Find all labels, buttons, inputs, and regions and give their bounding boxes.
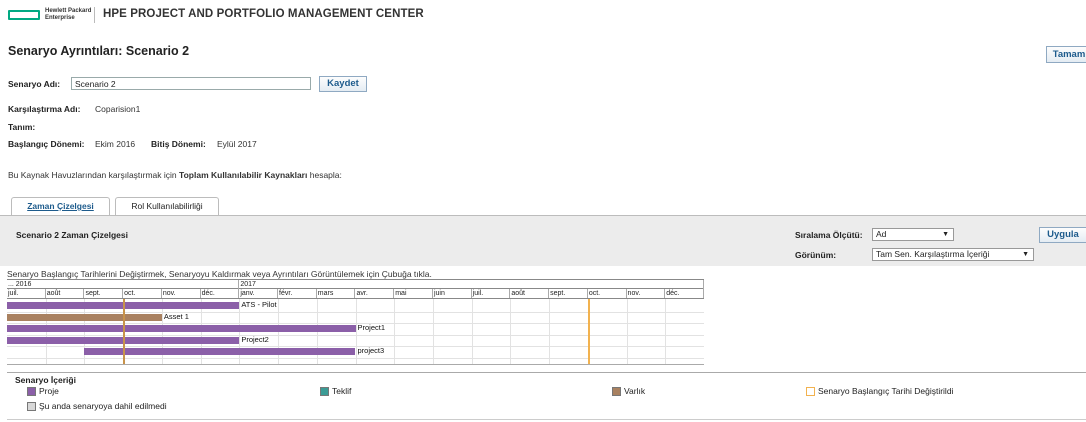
gantt-month-cell: nov. [162, 289, 201, 298]
chevron-down-icon: ▼ [942, 231, 949, 238]
gantt-month-cell: mai [394, 289, 433, 298]
calc-sentence-prefix: Bu Kaynak Havuzlarından karşılaştırmak i… [8, 170, 177, 180]
gantt-month-cell: août [46, 289, 85, 298]
save-button[interactable]: Kaydet [319, 76, 367, 92]
gantt-gridline [626, 299, 628, 364]
gantt-bar-label: project3 [357, 346, 385, 355]
gantt-month-cell: févr. [278, 289, 317, 298]
gantt-year-row: ... 2016 2017 [7, 279, 704, 289]
gantt-month-cell: déc. [665, 289, 704, 298]
gantt-month-row: juil. août sept. oct. nov. déc. janv. févr. mars… [7, 289, 704, 299]
app-title: HPE PROJECT AND PORTFOLIO MANAGEMENT CEN… [103, 8, 424, 20]
gantt-instruction: Senaryo Başlangıç Tarihlerini Değiştirme… [7, 269, 432, 279]
asset-swatch-icon [612, 387, 621, 396]
description-label: Tanım: [8, 122, 36, 132]
page-title: Senaryo Ayrıntıları: Scenario 2 [8, 44, 190, 58]
start-date-marker [587, 299, 590, 364]
gantt-body: ATS - Pilot Asset 1 Project1 Project2 projec… [7, 299, 704, 365]
gantt-month-cell: juil. [7, 289, 46, 298]
ok-button[interactable]: Tamam [1046, 46, 1086, 63]
gantt-chart: ... 2016 2017 juil. août sept. oct. nov. déc. j… [7, 279, 704, 365]
legend-label-excluded: Şu anda senaryoya dahil edilmedi [39, 401, 167, 411]
gantt-bar-label: Asset 1 [163, 311, 189, 321]
start-period-value: Ekim 2016 [95, 139, 136, 149]
timeline-title: Scenario 2 Zaman Çizelgesi [16, 230, 128, 240]
gantt-row-separator [7, 346, 704, 347]
gantt-month-cell: août [510, 289, 550, 298]
end-period-label: Bitiş Dönemi: [151, 139, 206, 149]
gantt-year-cell: 2017 [239, 280, 704, 289]
gantt-month-cell: juin [433, 289, 472, 298]
view-select-value: Tam Sen. Karşılaştırma İçeriği [876, 249, 990, 259]
legend-label-asset: Varlık [624, 386, 646, 396]
view-select[interactable]: Tam Sen. Karşılaştırma İçeriği ▼ [872, 248, 1034, 261]
gantt-month-cell: sept. [549, 289, 588, 298]
gantt-row-separator [7, 323, 704, 324]
hpe-logo-text: Hewlett Packard Enterprise [45, 8, 91, 21]
legend-label-project: Proje [39, 386, 59, 396]
header-divider [94, 7, 95, 23]
excluded-swatch-icon [27, 402, 36, 411]
logo-line-1: Hewlett Packard [45, 8, 92, 14]
gantt-month-cell: oct. [123, 289, 162, 298]
proposal-swatch-icon [320, 387, 329, 396]
gantt-gridline [394, 299, 396, 364]
start-period-label: Başlangıç Dönemi: [8, 139, 85, 149]
chevron-down-icon: ▼ [1022, 251, 1029, 258]
start-date-marker [123, 299, 126, 364]
gantt-year-cell: ... 2016 [7, 280, 240, 289]
gantt-gridline [471, 299, 473, 364]
gantt-bar[interactable] [7, 325, 356, 332]
start-changed-swatch-icon [806, 387, 815, 396]
app-header: Hewlett Packard Enterprise HPE PROJECT A… [0, 0, 1086, 30]
gantt-month-cell: sept. [84, 289, 124, 298]
comparison-name-value: Coparision1 [95, 104, 141, 114]
calc-sentence: Bu Kaynak Havuzlarından karşılaştırmak i… [8, 170, 342, 180]
logo-line-2: Enterprise [45, 14, 75, 21]
legend-title: Senaryo İçeriği [15, 375, 76, 385]
apply-button[interactable]: Uygula [1039, 227, 1086, 243]
gantt-bar-label: Project1 [357, 323, 386, 332]
calc-sentence-bold: Toplam Kullanılabilir Kaynakları [179, 170, 308, 180]
scenario-legend: Senaryo İçeriği Proje Teklif Varlık Sena… [7, 372, 1086, 420]
sort-select[interactable]: Ad ▼ [872, 228, 954, 241]
gantt-bar[interactable] [7, 313, 162, 321]
legend-label-start-changed: Senaryo Başlangıç Tarihi Değiştirildi [818, 386, 954, 396]
gantt-month-cell: oct. [588, 289, 627, 298]
sort-select-value: Ad [876, 229, 887, 239]
gantt-gridline [355, 299, 357, 364]
gantt-month-cell: déc. [201, 289, 240, 298]
comparison-name-label: Karşılaştırma Adı: [8, 104, 81, 114]
timeline-toolbar: Scenario 2 Zaman Çizelgesi Sıralama Ölçü… [0, 216, 1086, 266]
tab-timeline[interactable]: Zaman Çizelgesi [11, 197, 110, 216]
gantt-gridline [510, 299, 512, 364]
scenario-name-label: Senaryo Adı: [8, 79, 61, 89]
project-swatch-icon [27, 387, 36, 396]
gantt-month-cell: mars [317, 289, 356, 298]
gantt-row-separator [7, 357, 704, 359]
sort-label: Sıralama Ölçütü: [795, 230, 863, 240]
gantt-gridline [549, 299, 551, 364]
gantt-gridline [432, 299, 434, 364]
gantt-row-separator [7, 311, 704, 313]
gantt-row-separator [7, 334, 704, 336]
calc-sentence-suffix: hesapla: [309, 170, 342, 180]
tab-role-availability[interactable]: Rol Kullanılabilirliği [115, 197, 219, 215]
end-period-value: Eylül 2017 [217, 139, 257, 149]
gantt-bar-label: ATS - Pilot [241, 300, 277, 309]
gantt-gridline [665, 299, 667, 364]
gantt-month-cell: avr. [356, 289, 395, 298]
legend-label-proposal: Teklif [332, 386, 352, 396]
gantt-bar-label: Project2 [241, 334, 269, 344]
gantt-month-cell: janv. [239, 289, 279, 298]
gantt-month-cell: nov. [627, 289, 666, 298]
scenario-name-input[interactable]: Scenario 2 [71, 77, 311, 90]
hpe-logo-icon [8, 10, 40, 20]
view-label: Görünüm: [795, 250, 837, 260]
gantt-month-cell: juil. [472, 289, 511, 298]
